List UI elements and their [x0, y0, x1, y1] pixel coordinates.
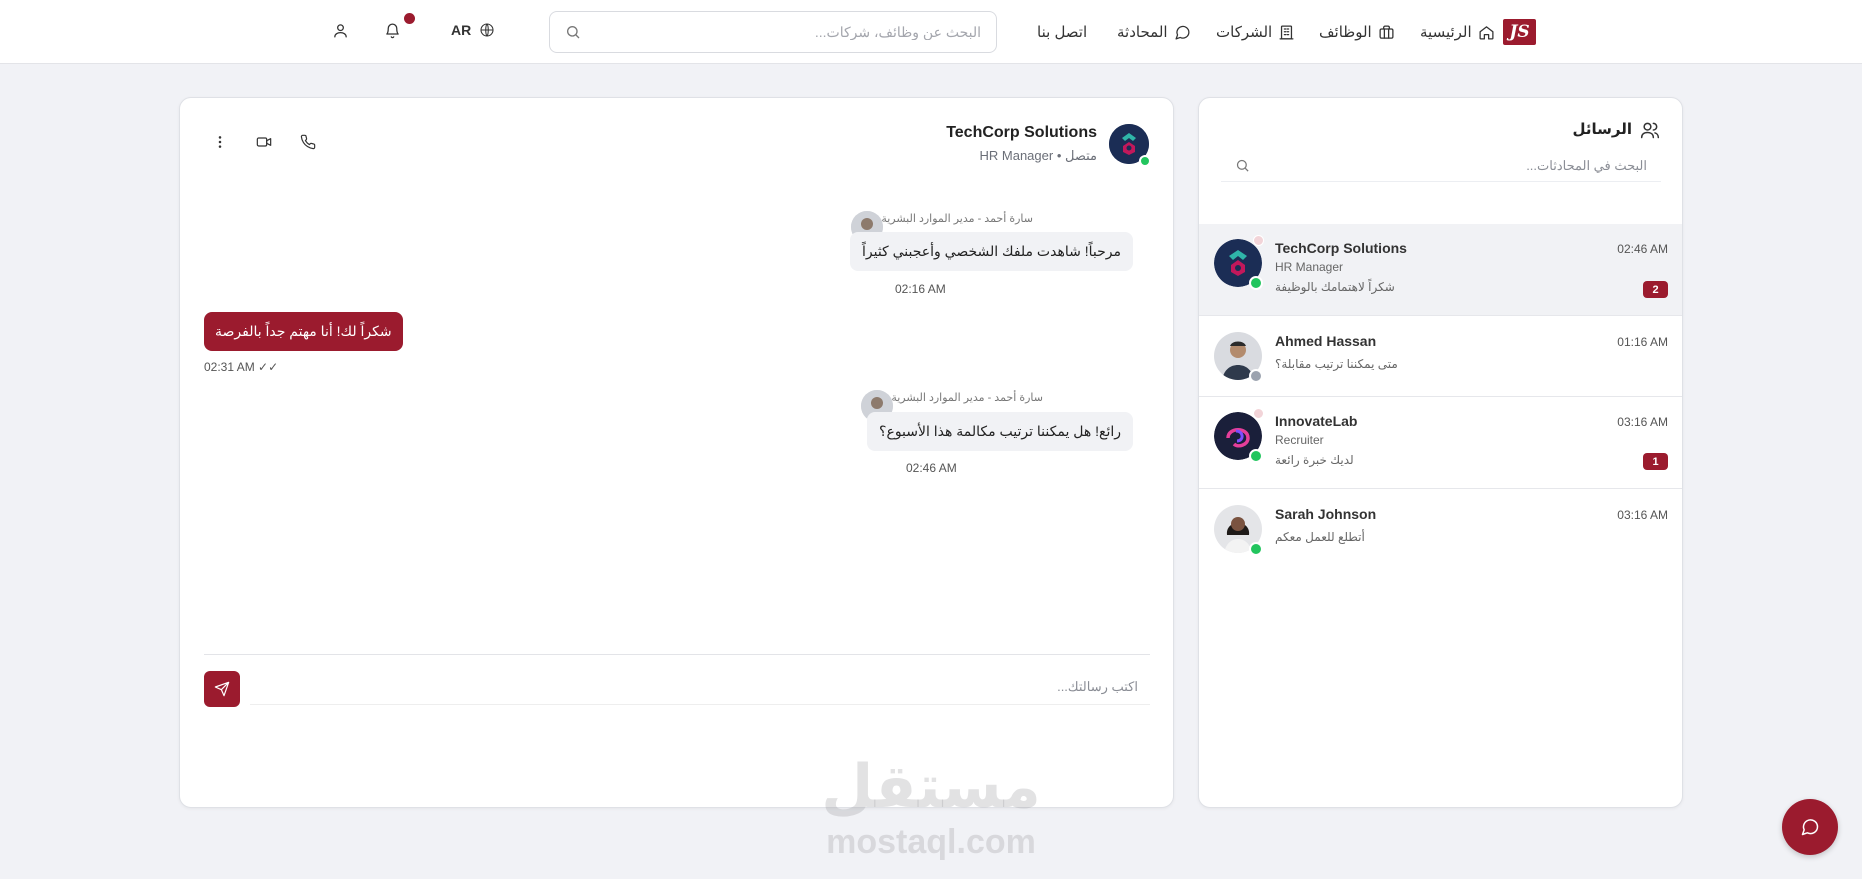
conversations-title: الرسائل	[1572, 121, 1632, 138]
read-checkmark-icon: ✓✓	[258, 360, 279, 374]
conversation-last-message: لديك خبرة رائعة	[1275, 453, 1354, 467]
video-camera-icon	[256, 137, 272, 147]
conversations-search-input[interactable]	[1250, 158, 1647, 173]
composer-divider	[204, 654, 1150, 655]
online-status-dot	[1249, 276, 1263, 290]
conversation-item-ahmed-hassan[interactable]: Ahmed Hassan متى يمكننا ترتيب مقابلة؟ 01…	[1199, 316, 1682, 397]
message-time: 02:46 AM	[906, 461, 957, 475]
company-tag-icon	[1253, 408, 1264, 419]
conversation-item-techcorp[interactable]: TechCorp Solutions HR Manager شكراً لاهت…	[1199, 224, 1682, 316]
nav-link-jobs-label: الوظائف	[1319, 24, 1372, 41]
outgoing-message-bubble: شكراً لك! أنا مهتم جداً بالفرصة	[204, 312, 403, 351]
incoming-message-bubble: مرحباً! شاهدت ملفك الشخصي وأعجبني كثيراً	[849, 232, 1133, 271]
chat-contact-role: HR Manager	[979, 148, 1054, 163]
online-status-dot	[1249, 542, 1263, 556]
users-icon	[1640, 120, 1660, 145]
watermark-arabic: مستقل	[821, 752, 1041, 822]
chat-bubble-icon	[1801, 819, 1819, 836]
message-time-outgoing: 02:31 AM ✓✓	[204, 360, 278, 374]
profile-button[interactable]	[332, 22, 349, 44]
language-label: AR	[451, 22, 472, 38]
conversation-last-message: متى يمكننا ترتيب مقابلة؟	[1275, 357, 1398, 371]
conversations-search-box	[1221, 150, 1661, 182]
building-icon	[1279, 24, 1294, 40]
chat-contact-name: TechCorp Solutions	[946, 124, 1097, 141]
phone-icon	[300, 134, 316, 150]
notifications-button[interactable]	[384, 13, 415, 44]
global-search-box	[549, 11, 997, 53]
globe-icon	[480, 23, 494, 37]
unread-count-badge: 2	[1643, 281, 1668, 298]
message-sender: سارة أحمد - مدير الموارد البشرية	[881, 213, 1033, 225]
conversation-role: Recruiter	[1275, 433, 1324, 447]
nav-link-contact-label: اتصل بنا	[1037, 24, 1088, 41]
offline-status-dot	[1249, 369, 1263, 383]
language-switcher[interactable]: AR	[451, 22, 495, 38]
chat-contact-avatar[interactable]	[1109, 124, 1151, 167]
message-input[interactable]	[250, 669, 1150, 705]
send-message-button[interactable]	[204, 671, 240, 707]
conversation-item-sarah-johnson[interactable]: Sarah Johnson أتطلع للعمل معكم 03:16 AM	[1199, 489, 1682, 569]
chat-contact-subtitle: متصل • HR Manager	[979, 148, 1098, 163]
nav-link-jobs[interactable]: الوظائف	[1319, 20, 1395, 44]
conversations-panel: الرسائل TechCorp Solutions HR Manager شك…	[1198, 97, 1683, 808]
nav-link-companies-label: الشركات	[1216, 24, 1273, 41]
unread-count-badge: 1	[1643, 453, 1668, 470]
home-icon	[1479, 25, 1494, 40]
conversation-time: 02:46 AM	[1617, 242, 1668, 256]
nav-link-home-label: الرئيسية	[1420, 24, 1472, 41]
nav-link-home[interactable]: الرئيسية	[1420, 20, 1495, 44]
nav-link-contact[interactable]: اتصل بنا	[1037, 20, 1087, 44]
online-status-dot	[1139, 155, 1151, 167]
message-sender: سارة أحمد - مدير الموارد البشرية	[891, 392, 1043, 404]
user-icon	[334, 24, 347, 38]
search-icon	[567, 26, 580, 39]
conversation-name: InnovateLab	[1275, 413, 1358, 429]
floating-chat-button[interactable]	[1782, 799, 1838, 855]
company-tag-icon	[1253, 235, 1264, 246]
conversation-name: TechCorp Solutions	[1275, 240, 1407, 256]
message-time: 02:16 AM	[895, 282, 946, 296]
conversation-role: HR Manager	[1275, 260, 1344, 274]
global-search-input[interactable]	[581, 24, 981, 40]
chat-panel: TechCorp Solutions متصل • HR Manager سار…	[179, 97, 1174, 808]
conversation-item-innovatelab[interactable]: InnovateLab Recruiter لديك خبرة رائعة 03…	[1199, 397, 1682, 489]
online-status-dot	[1249, 449, 1263, 463]
briefcase-icon	[1379, 24, 1394, 39]
more-vertical-icon	[218, 136, 222, 148]
conversation-last-message: أتطلع للعمل معكم	[1275, 530, 1365, 544]
notification-dot	[404, 13, 415, 24]
search-icon	[1236, 159, 1249, 172]
voice-call-button[interactable]	[300, 134, 320, 154]
conversation-last-message: شكراً لاهتمامك بالوظيفة	[1275, 280, 1395, 294]
more-options-button[interactable]	[212, 134, 232, 154]
incoming-message-bubble: رائع! هل يمكننا ترتيب مكالمة هذا الأسبوع…	[867, 412, 1133, 451]
send-icon	[214, 681, 230, 697]
nav-link-chat-label: المحادثة	[1117, 24, 1168, 41]
bell-icon	[386, 23, 399, 39]
watermark-latin: mostaql.com	[826, 823, 1036, 861]
video-call-button[interactable]	[256, 134, 276, 154]
conversation-name: Sarah Johnson	[1275, 506, 1377, 522]
site-logo[interactable]: JS	[1503, 19, 1536, 45]
top-navbar: JS الرئيسية الوظائف الشركات المحادثة اتص…	[0, 0, 1862, 64]
chat-bubble-icon	[1175, 25, 1190, 40]
conversation-time: 03:16 AM	[1617, 415, 1668, 429]
conversation-time: 03:16 AM	[1617, 508, 1668, 522]
chat-contact-status: متصل	[1064, 148, 1097, 163]
nav-link-companies[interactable]: الشركات	[1216, 20, 1295, 44]
conversation-name: Ahmed Hassan	[1275, 333, 1377, 349]
outgoing-message-time: 02:31 AM	[204, 360, 255, 374]
nav-link-chat[interactable]: المحادثة	[1117, 20, 1191, 44]
conversation-time: 01:16 AM	[1617, 335, 1668, 349]
